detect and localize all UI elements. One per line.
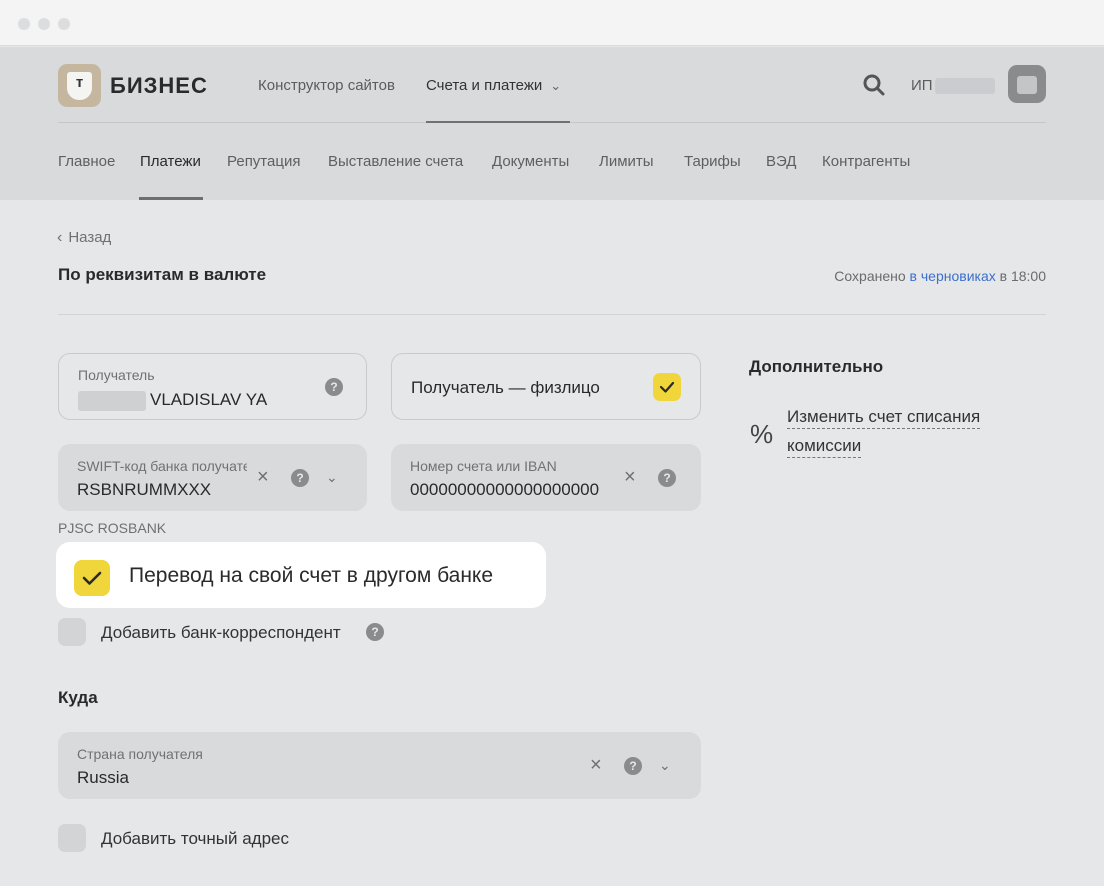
topnav-active-indicator bbox=[426, 121, 570, 123]
blurred-user-name bbox=[934, 78, 995, 95]
tab-limits[interactable]: Лимиты bbox=[599, 153, 654, 170]
brand-name[interactable]: БИЗНЕС bbox=[110, 73, 208, 99]
avatar[interactable] bbox=[1008, 65, 1046, 103]
clear-icon[interactable]: × bbox=[257, 467, 277, 487]
individual-field[interactable]: Получатель — физлицо bbox=[391, 353, 701, 420]
topnav-label: Счета и платежи bbox=[426, 77, 543, 94]
iban-value: 00000000000000000000 bbox=[410, 480, 600, 499]
help-icon[interactable]: ? bbox=[658, 469, 676, 487]
clear-icon[interactable]: × bbox=[624, 467, 644, 487]
clear-icon[interactable]: × bbox=[590, 755, 610, 775]
logo[interactable]: т bbox=[58, 64, 101, 107]
save-status: Сохранено в черновиках в 18:00 bbox=[834, 268, 1046, 284]
address-checkbox[interactable] bbox=[58, 824, 86, 852]
chevron-down-icon[interactable]: ⌄ bbox=[659, 755, 679, 775]
window-minimize-dot[interactable] bbox=[38, 18, 50, 30]
page-title: По реквизитам в валюте bbox=[58, 265, 267, 284]
correspondent-label: Добавить банк-корреспондент bbox=[101, 623, 341, 642]
tab-invoicing[interactable]: Выставление счета bbox=[328, 153, 463, 170]
own-account-checkbox[interactable] bbox=[74, 560, 110, 596]
chevron-left-icon: ‹ bbox=[57, 229, 63, 246]
percent-icon: % bbox=[750, 419, 774, 449]
help-icon[interactable]: ? bbox=[325, 378, 343, 396]
recipient-field[interactable]: Получатель VLADISLAV YA ? bbox=[58, 353, 367, 420]
check-icon bbox=[659, 381, 675, 393]
country-label: Страна получателя bbox=[77, 746, 203, 762]
correspondent-checkbox[interactable] bbox=[58, 618, 86, 646]
swift-value: RSBNRUMMXXX bbox=[77, 480, 212, 499]
help-icon[interactable]: ? bbox=[366, 623, 384, 641]
app-header: т БИЗНЕС Конструктор сайтов Счета и плат… bbox=[0, 47, 1104, 200]
change-commission-link-line1[interactable]: Изменить счет списания bbox=[787, 406, 981, 429]
drafts-link[interactable]: в черновиках bbox=[910, 268, 996, 284]
help-icon[interactable]: ? bbox=[291, 469, 309, 487]
tab-payments[interactable]: Платежи bbox=[140, 153, 201, 170]
chevron-down-icon[interactable]: ⌄ bbox=[326, 467, 346, 487]
back-label: Назад bbox=[68, 229, 112, 246]
back-link[interactable]: ‹ Назад bbox=[57, 229, 111, 247]
individual-checkbox[interactable] bbox=[653, 373, 681, 401]
tab-main[interactable]: Главное bbox=[58, 153, 115, 170]
country-field[interactable]: Страна получателя Russia × ? ⌄ bbox=[58, 732, 701, 799]
topnav-site-builder[interactable]: Конструктор сайтов bbox=[258, 77, 395, 94]
iban-field[interactable]: Номер счета или IBAN 0000000000000000000… bbox=[391, 444, 701, 511]
individual-label: Получатель — физлицо bbox=[411, 378, 600, 397]
recipient-value: VLADISLAV YA bbox=[150, 390, 268, 409]
window-maximize-dot[interactable] bbox=[58, 18, 70, 30]
check-icon bbox=[82, 571, 102, 585]
user-prefix: ИП bbox=[911, 77, 933, 94]
own-account-label: Перевод на свой счет в другом банке bbox=[129, 564, 494, 587]
tab-tariffs[interactable]: Тарифы bbox=[684, 153, 741, 170]
tab-counterparties[interactable]: Контрагенты bbox=[822, 153, 910, 170]
blurred-recipient bbox=[78, 390, 146, 411]
search-icon[interactable] bbox=[862, 73, 886, 97]
tab-ved[interactable]: ВЭД bbox=[766, 153, 796, 170]
tab-reputation[interactable]: Репутация bbox=[227, 153, 300, 170]
country-value: Russia bbox=[77, 768, 129, 787]
where-title: Куда bbox=[58, 688, 98, 707]
saved-time: в 18:00 bbox=[999, 268, 1046, 284]
window-close-dot[interactable] bbox=[18, 18, 30, 30]
swift-label: SWIFT-код банка получателя bbox=[77, 458, 247, 474]
title-divider bbox=[58, 314, 1046, 315]
address-label: Добавить точный адрес bbox=[101, 829, 289, 848]
recipient-value-wrap: VLADISLAV YA bbox=[78, 390, 267, 411]
saved-prefix: Сохранено bbox=[834, 268, 906, 284]
topnav-accounts-payments[interactable]: Счета и платежи ⌄ bbox=[426, 77, 561, 94]
help-icon[interactable]: ? bbox=[624, 757, 642, 775]
tab-documents[interactable]: Документы bbox=[492, 153, 569, 170]
user-account[interactable]: ИП bbox=[911, 77, 995, 95]
bank-name: PJSC ROSBANK bbox=[58, 520, 167, 536]
chevron-down-icon: ⌄ bbox=[550, 78, 562, 93]
side-title: Дополнительно bbox=[749, 357, 884, 376]
own-account-option[interactable]: Перевод на свой счет в другом банке bbox=[56, 542, 546, 608]
recipient-label: Получатель bbox=[78, 367, 155, 383]
tab-active-indicator bbox=[139, 197, 203, 200]
shield-logo-icon: т bbox=[67, 72, 92, 100]
iban-label: Номер счета или IBAN bbox=[410, 458, 557, 474]
swift-field[interactable]: SWIFT-код банка получателя RSBNRUMMXXX ×… bbox=[58, 444, 367, 511]
browser-titlebar bbox=[0, 0, 1104, 46]
lock-icon bbox=[1017, 76, 1037, 94]
change-commission-link-line2[interactable]: комиссии bbox=[787, 435, 862, 458]
